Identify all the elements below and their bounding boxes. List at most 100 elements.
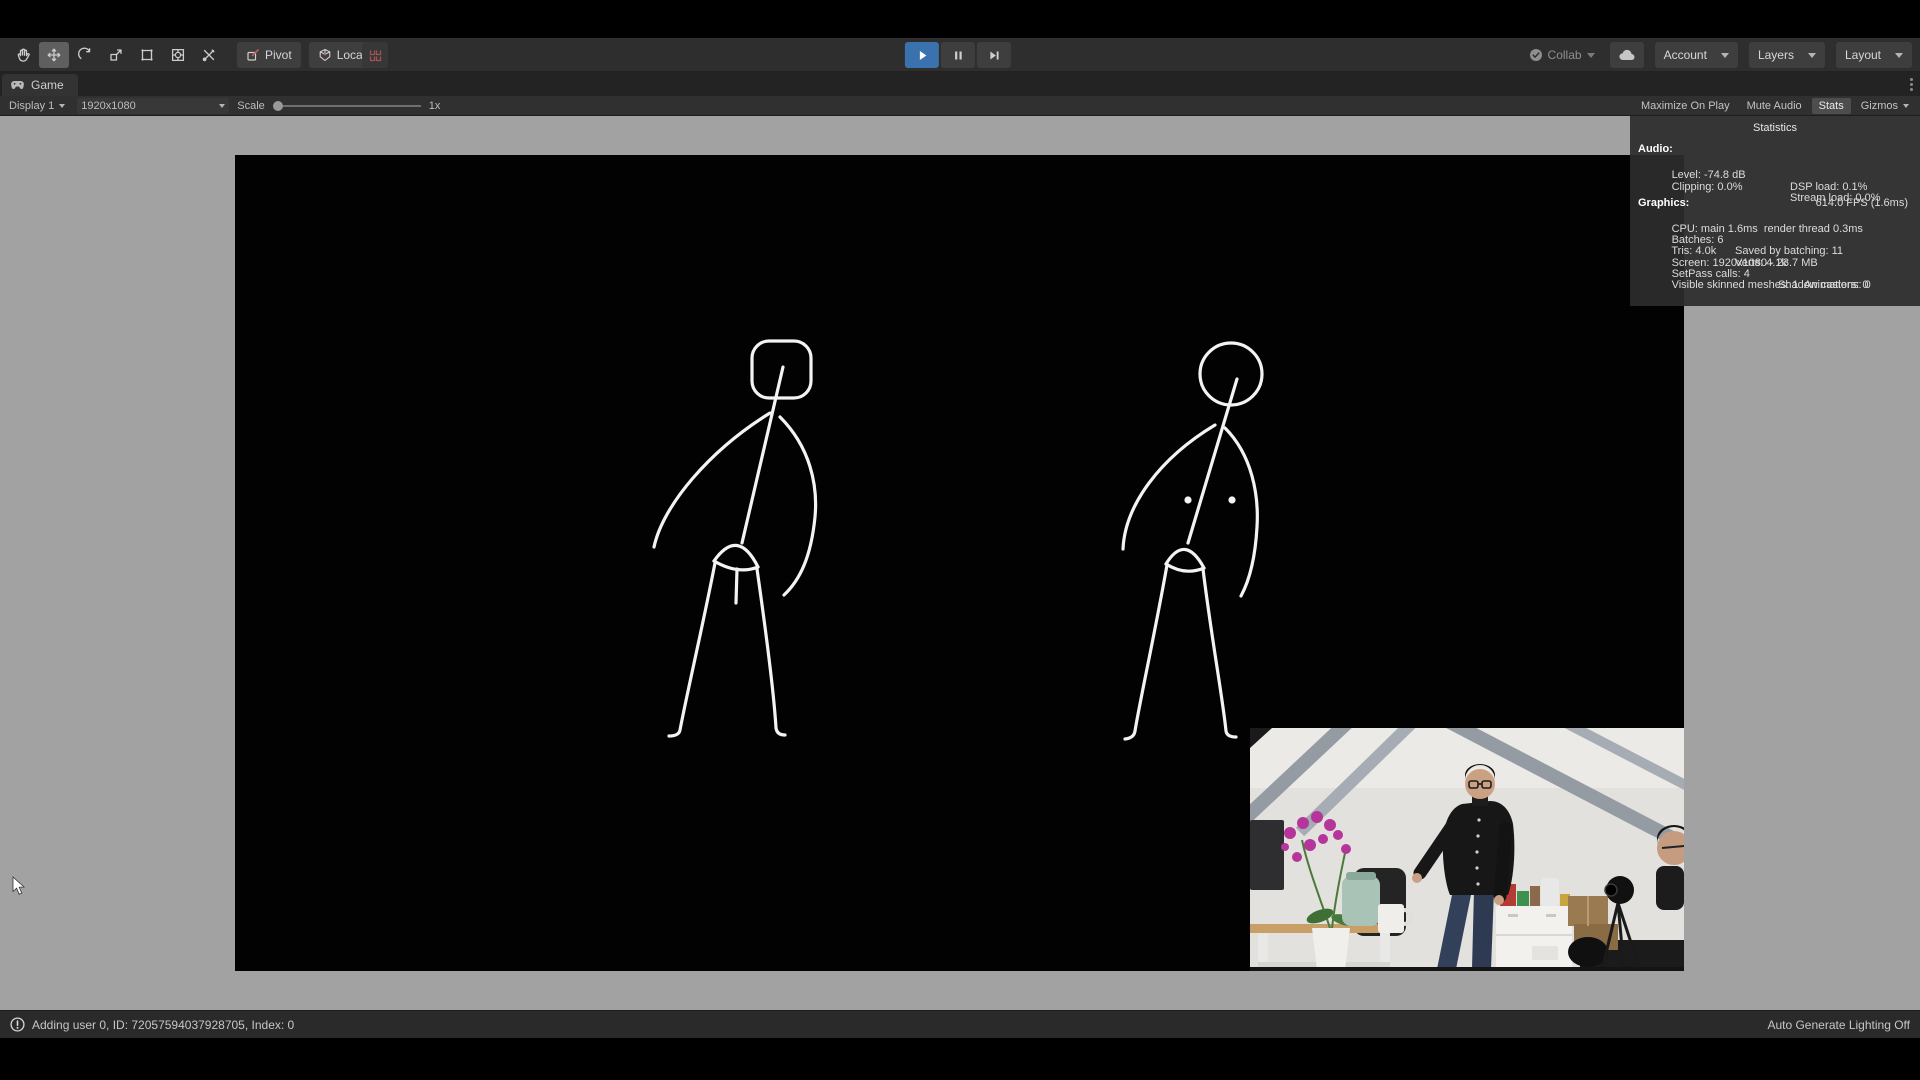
collab-label: Collab <box>1548 48 1582 62</box>
auto-generate-lighting-label: Auto Generate Lighting Off <box>1767 1018 1910 1032</box>
chevron-down-icon <box>1587 53 1595 58</box>
cabinet <box>1496 906 1572 970</box>
gizmos-dropdown[interactable]: Gizmos <box>1854 98 1916 114</box>
pivot-button[interactable]: Pivot <box>237 42 301 68</box>
view-tab-bar: Game <box>0 72 1920 96</box>
layers-label: Layers <box>1758 48 1794 62</box>
audio-section-header: Audio: <box>1630 143 1920 155</box>
game-render-area[interactable] <box>235 155 1684 971</box>
gizmos-label: Gizmos <box>1861 100 1898 112</box>
pivot-icon <box>246 48 260 62</box>
playmode-controls <box>905 42 1011 68</box>
tab-game[interactable]: Game <box>2 74 78 96</box>
resolution-dropdown[interactable]: 1920x1080 <box>77 98 229 114</box>
display-label: Display 1 <box>9 100 54 112</box>
game-toolbar-right: Maximize On Play Mute Audio Stats Gizmos <box>1634 96 1916 115</box>
stat-row: Tris: 4.0k Verts: 4.1k <box>1630 235 1920 246</box>
scale-slider-track[interactable] <box>283 105 421 107</box>
window-top-strip <box>0 0 1920 38</box>
step-button[interactable] <box>977 42 1011 68</box>
scale-tool-button[interactable] <box>101 42 131 68</box>
step-icon <box>985 47 1002 64</box>
collab-check-icon <box>1529 48 1543 62</box>
pitcher <box>1342 872 1380 926</box>
webcam-scene <box>1250 728 1684 971</box>
custom-tool-icon <box>201 47 217 63</box>
display-dropdown[interactable]: Display 1 <box>5 98 69 114</box>
status-message-text: Adding user 0, ID: 72057594037928705, In… <box>32 1018 294 1032</box>
stat-row: CPU: main 1.6ms render thread 0.3ms <box>1630 213 1920 224</box>
scale-icon <box>108 47 124 63</box>
fps-value: 614.0 FPS (1.6ms) <box>1816 197 1908 209</box>
layout-label: Layout <box>1845 48 1881 62</box>
maximize-on-play-label: Maximize On Play <box>1641 100 1730 112</box>
status-bar: Adding user 0, ID: 72057594037928705, In… <box>0 1010 1920 1038</box>
composite-transform-icon <box>170 47 186 63</box>
layers-dropdown[interactable]: Layers <box>1749 42 1825 68</box>
play-icon <box>913 47 930 64</box>
stat-row: Clipping: 0.0% Stream load: 0.0% <box>1630 170 1920 181</box>
statistics-panel: Statistics Audio: Level: -74.8 dB DSP lo… <box>1630 116 1920 306</box>
account-label: Account <box>1664 48 1707 62</box>
warning-icon <box>10 1017 25 1032</box>
chevron-down-icon <box>1903 104 1909 108</box>
local-cube-icon <box>318 48 332 62</box>
left-monitor <box>1250 820 1284 890</box>
scale-value: 1x <box>429 100 441 112</box>
console-status-message[interactable]: Adding user 0, ID: 72057594037928705, In… <box>10 1017 294 1032</box>
pause-button[interactable] <box>941 42 975 68</box>
tab-bar-menu-icon[interactable] <box>1910 78 1913 81</box>
tab-game-label: Game <box>31 78 64 92</box>
stick-figure-right <box>1123 343 1262 739</box>
play-button[interactable] <box>905 42 939 68</box>
stat-row: Level: -74.8 dB DSP load: 0.1% <box>1630 159 1920 170</box>
chevron-down-icon <box>59 104 65 108</box>
mute-audio-label: Mute Audio <box>1747 100 1802 112</box>
stat-row: Screen: 1920x1080 - 23.7 MB <box>1630 246 1920 257</box>
grid-snap-icon <box>368 48 383 63</box>
webcam-feed <box>1250 728 1684 971</box>
scale-slider-thumb[interactable] <box>273 101 283 111</box>
cloud-icon <box>1618 48 1636 62</box>
hand-tool-button[interactable] <box>8 42 38 68</box>
collab-dropdown[interactable]: Collab <box>1525 48 1599 62</box>
handle-settings: Pivot Local <box>237 42 374 68</box>
window-bottom-strip <box>0 1038 1920 1080</box>
game-view-toolbar: Display 1 1920x1080 Scale 1x Maximize On… <box>0 96 1920 116</box>
gamepad-icon <box>10 80 25 91</box>
flower-pot <box>1312 928 1350 970</box>
unity-editor-window: Pivot Local <box>0 0 1920 1080</box>
transform-tool-button[interactable] <box>163 42 193 68</box>
rotate-tool-button[interactable] <box>70 42 100 68</box>
rect-transform-icon <box>139 47 155 63</box>
toolbar-right-group: Collab Account Layers Layout <box>1525 42 1912 68</box>
stats-button[interactable]: Stats <box>1812 98 1851 114</box>
main-toolbar: Pivot Local <box>0 38 1920 72</box>
scale-slider[interactable] <box>273 99 421 113</box>
snap-settings-button[interactable] <box>362 42 388 68</box>
bag <box>1568 937 1608 967</box>
maximize-on-play-button[interactable]: Maximize On Play <box>1634 98 1737 114</box>
pivot-label: Pivot <box>265 48 292 62</box>
account-dropdown[interactable]: Account <box>1655 42 1738 68</box>
statistics-title: Statistics <box>1630 116 1920 134</box>
rotate-icon <box>77 47 93 63</box>
graphics-section-header: Graphics: 614.0 FPS (1.6ms) <box>1630 197 1920 209</box>
chevron-down-icon <box>1721 53 1729 58</box>
layout-dropdown[interactable]: Layout <box>1836 42 1912 68</box>
hand-icon <box>15 47 31 63</box>
transform-tools <box>8 42 224 68</box>
scale-label: Scale <box>237 100 265 112</box>
game-viewport: Statistics Audio: Level: -74.8 dB DSP lo… <box>0 116 1920 1010</box>
pause-icon <box>949 47 966 64</box>
game-toolbar-left: Display 1 1920x1080 Scale 1x <box>5 96 440 115</box>
resolution-label: 1920x1080 <box>81 100 135 112</box>
rect-tool-button[interactable] <box>132 42 162 68</box>
chevron-down-icon <box>219 104 225 108</box>
mouse-cursor <box>12 876 26 896</box>
stat-row: Visible skinned meshes: 1 Animations: 0 <box>1630 269 1920 280</box>
mute-audio-button[interactable]: Mute Audio <box>1740 98 1809 114</box>
cloud-button[interactable] <box>1610 42 1644 68</box>
move-tool-button[interactable] <box>39 42 69 68</box>
custom-tool-button[interactable] <box>194 42 224 68</box>
